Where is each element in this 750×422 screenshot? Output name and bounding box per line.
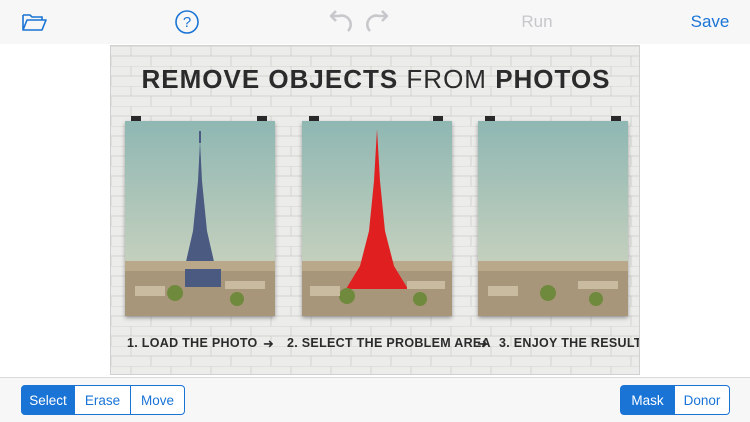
arrow-right-icon: ➜: [263, 336, 274, 351]
step-2: 2. SELECT THE PROBLEM AREA: [287, 336, 491, 350]
poster-masked: [302, 121, 452, 316]
step-3: 3. ENJOY THE RESULT: [499, 336, 640, 350]
open-photo-button[interactable]: [12, 0, 56, 44]
run-button[interactable]: Run: [510, 0, 564, 44]
photo-canvas[interactable]: REMOVE OBJECTS FROM PHOTOS 1. LOAD THE P…: [110, 45, 640, 375]
mask-mode-button[interactable]: Mask: [620, 385, 675, 415]
erase-tool-button[interactable]: Erase: [75, 385, 131, 415]
poster-result: [478, 121, 628, 316]
headline: REMOVE OBJECTS FROM PHOTOS: [111, 64, 639, 95]
help-button[interactable]: ?: [165, 0, 209, 44]
headline-part-3: PHOTOS: [495, 64, 611, 94]
headline-part-1: REMOVE OBJECTS: [141, 64, 407, 94]
redo-icon: [366, 10, 389, 32]
select-tool-button[interactable]: Select: [21, 385, 75, 415]
bottom-toolbar: Select Erase Move Mask Donor: [0, 377, 750, 422]
arrow-right-icon: ➜: [477, 336, 488, 351]
donor-mode-button[interactable]: Donor: [675, 385, 730, 415]
undo-button[interactable]: [325, 0, 357, 44]
svg-text:?: ?: [183, 14, 191, 31]
poster-original: [125, 121, 275, 316]
headline-part-2: FROM: [406, 64, 496, 94]
steps-caption: 1. LOAD THE PHOTO ➜ 2. SELECT THE PROBLE…: [111, 336, 640, 360]
top-toolbar: ? Run Save: [0, 0, 750, 44]
redo-button[interactable]: [361, 0, 393, 44]
step-1: 1. LOAD THE PHOTO: [127, 336, 258, 350]
canvas-area[interactable]: REMOVE OBJECTS FROM PHOTOS 1. LOAD THE P…: [0, 44, 750, 377]
mode-segmented-control: Mask Donor: [620, 385, 730, 415]
save-button[interactable]: Save: [680, 0, 740, 44]
tool-segmented-control: Select Erase Move: [21, 385, 185, 415]
help-circle-icon: ?: [175, 10, 199, 34]
move-tool-button[interactable]: Move: [131, 385, 185, 415]
undo-icon: [329, 10, 352, 32]
folder-open-icon: [22, 14, 47, 31]
